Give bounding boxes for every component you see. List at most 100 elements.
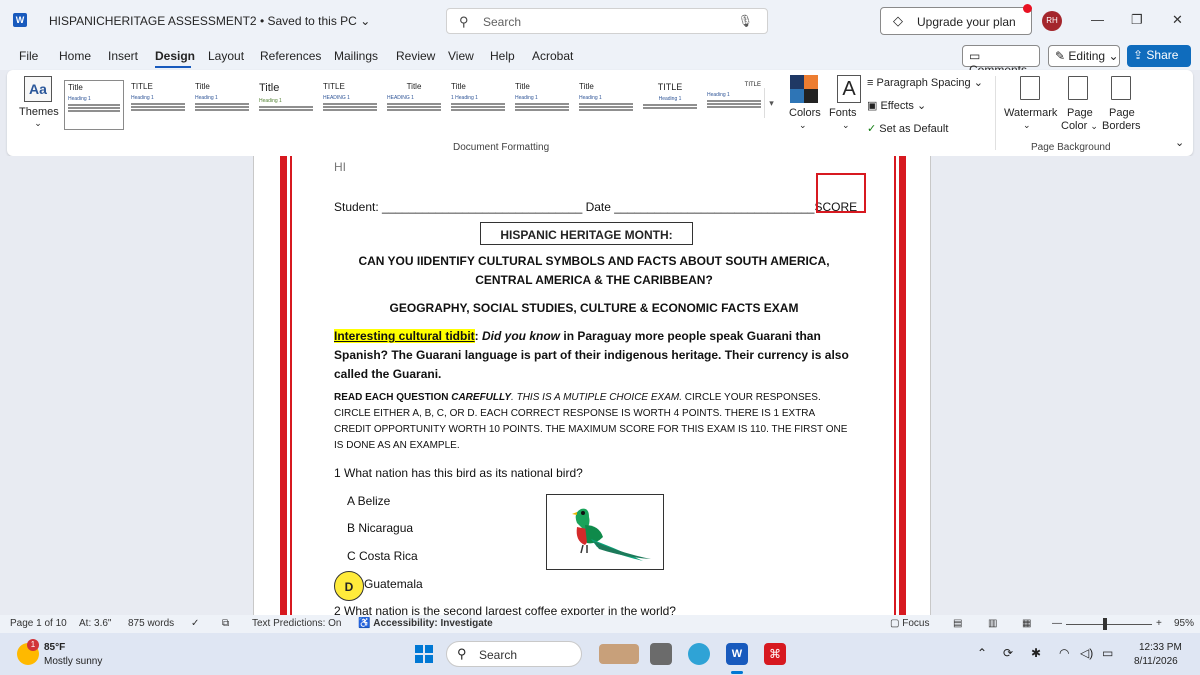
notification-dot	[1023, 4, 1032, 13]
taskbar-search[interactable]: ⚲ Search	[446, 641, 639, 667]
word-count[interactable]: 875 words	[128, 618, 174, 629]
menu-file[interactable]: File	[19, 49, 38, 63]
read-mode-icon[interactable]: ▤	[953, 618, 962, 629]
menu-acrobat[interactable]: Acrobat	[532, 49, 573, 63]
effects-button[interactable]: ▣ Effects ⌄	[867, 99, 926, 112]
chevron-down-icon: ⌄	[1108, 49, 1119, 63]
menu-review[interactable]: Review	[396, 49, 435, 63]
menu-mailings[interactable]: Mailings	[334, 49, 378, 63]
chevron-down-icon: ⌄	[842, 120, 850, 130]
style-set-thumbnail[interactable]: TITLE Heading 1	[704, 80, 764, 130]
volume-icon[interactable]: ◁)	[1080, 646, 1093, 660]
style-set-thumbnail[interactable]: Title 1 Heading 1	[448, 80, 508, 130]
focus-icon: ▢	[890, 618, 900, 629]
editing-button[interactable]: ✎ Editing ⌄	[1048, 45, 1120, 67]
sync-icon[interactable]: ⟳	[1003, 646, 1013, 660]
clock-time[interactable]: 12:33 PM	[1139, 642, 1182, 653]
share-button[interactable]: ⇪ Share ⌄	[1127, 45, 1191, 76]
collapse-ribbon-icon[interactable]: ⌄	[1175, 136, 1184, 149]
menu-insert[interactable]: Insert	[108, 49, 138, 63]
set-as-default-button[interactable]: ✓ Set as Default	[867, 122, 948, 135]
menu-design[interactable]: Design	[155, 49, 195, 63]
accessibility-mode-icon[interactable]: ⧉	[222, 618, 229, 629]
windows-start-icon[interactable]	[415, 645, 433, 663]
battery-icon[interactable]: ▭	[1102, 646, 1113, 660]
quetzal-bird-image	[546, 494, 664, 570]
zoom-in-icon[interactable]: +	[1156, 618, 1162, 629]
menu-help[interactable]: Help	[490, 49, 515, 63]
search-icon: ⚲	[459, 14, 469, 29]
page-count[interactable]: Page 1 of 10	[10, 618, 67, 629]
task-view-icon[interactable]	[650, 643, 672, 665]
diamond-icon: ◇	[893, 13, 903, 28]
search-box[interactable]: ⚲ Search 🎙	[446, 8, 768, 34]
style-set-thumbnail[interactable]: TITLE Heading 1	[640, 80, 700, 130]
style-set-thumbnail[interactable]: Title Heading 1	[576, 80, 636, 130]
style-set-thumbnail[interactable]: Title Heading 1	[64, 80, 124, 130]
style-set-gallery: Title Heading 1 TITLE Heading 1 Title Headi…	[62, 76, 764, 132]
temperature[interactable]: 85°F	[44, 642, 65, 653]
colors-label[interactable]: Colors	[789, 107, 821, 119]
restore-icon[interactable]: ❐	[1131, 12, 1143, 28]
watermark-button[interactable]: Watermark	[1004, 107, 1057, 119]
proofing-icon[interactable]: ✓	[191, 618, 199, 629]
zoom-out-icon[interactable]: —	[1052, 618, 1062, 629]
edge-browser-icon[interactable]	[688, 643, 710, 665]
accessibility-status[interactable]: ♿ Accessibility: Investigate	[358, 618, 493, 629]
style-set-thumbnail[interactable]: TITLE HEADING 1	[320, 80, 380, 130]
menu-home[interactable]: Home	[59, 49, 91, 63]
fonts-icon[interactable]: A	[837, 75, 861, 103]
style-set-thumbnail[interactable]: Title HEADING 1	[384, 80, 444, 130]
acrobat-icon[interactable]: ⌘	[764, 643, 786, 665]
style-set-thumbnail[interactable]: TITLE Heading 1	[128, 80, 188, 130]
upgrade-plan-button[interactable]: ◇ Upgrade your plan	[880, 4, 1032, 35]
search-placeholder: Search	[483, 15, 522, 29]
themes-button[interactable]: Aa Themes ⌄	[19, 76, 59, 129]
style-set-thumbnail[interactable]: Title Heading 1	[512, 80, 572, 130]
option-b: B Nicaragua	[347, 521, 414, 535]
avatar[interactable]: RH	[1042, 11, 1062, 31]
gallery-more-button[interactable]: ▾	[764, 88, 778, 118]
banner-text: HISPANIC HERITAGE MONTH:	[500, 228, 673, 242]
menu-view[interactable]: View	[448, 49, 474, 63]
paragraph-spacing-button[interactable]: ≡ Paragraph Spacing ⌄	[867, 76, 983, 89]
tidbit-italic: Did you know	[482, 329, 561, 343]
style-set-thumbnail[interactable]: Title Heading 1	[192, 80, 252, 130]
text-predictions[interactable]: Text Predictions: On	[252, 618, 341, 629]
comments-button[interactable]: ▭ Comments	[962, 45, 1040, 77]
score-box	[816, 173, 866, 213]
colors-icon[interactable]	[790, 75, 818, 103]
document-title[interactable]: HISPANICHERITAGE ASSESSMENT2 • Saved to …	[49, 14, 370, 28]
subtitle-line-1: CAN YOU IIDENTIFY CULTURAL SYMBOLS AND F…	[358, 254, 830, 268]
wifi-icon[interactable]: ◠	[1059, 646, 1069, 660]
page-borders-button[interactable]: Borders	[1102, 120, 1141, 132]
quetzal-bird-drawing	[572, 508, 651, 561]
microphone-icon[interactable]: 🎙	[738, 14, 753, 28]
menu-layout[interactable]: Layout	[208, 49, 244, 63]
page-borders-line1[interactable]: Page	[1109, 107, 1135, 119]
themes-icon: Aa	[24, 76, 52, 102]
page-color-button[interactable]: Color ⌄	[1061, 120, 1098, 132]
chevron-up-icon[interactable]: ⌃	[977, 646, 987, 660]
zoom-slider[interactable]	[1066, 624, 1152, 625]
student-line: Student: ______________________________ …	[334, 200, 858, 214]
zoom-level[interactable]: 95%	[1174, 618, 1194, 629]
clock-date[interactable]: 8/11/2026	[1134, 656, 1178, 667]
zoom-slider-thumb[interactable]	[1103, 618, 1107, 630]
web-layout-icon[interactable]: ▦	[1022, 618, 1031, 629]
word-taskbar-icon[interactable]: W	[726, 643, 748, 665]
bluetooth-icon[interactable]: ✱	[1031, 646, 1041, 660]
document-canvas[interactable]: HI Student: ____________________________…	[0, 156, 1200, 615]
ribbon: Aa Themes ⌄ Title Heading 1 TITLE Heading …	[7, 70, 1193, 156]
document-page[interactable]: HI Student: ____________________________…	[253, 156, 931, 615]
menu-references[interactable]: References	[260, 49, 321, 63]
page-color-line1[interactable]: Page	[1067, 107, 1093, 119]
close-icon[interactable]: ✕	[1172, 12, 1183, 28]
weather-description[interactable]: Mostly sunny	[44, 656, 102, 667]
print-layout-icon[interactable]: ▥	[988, 618, 997, 629]
fonts-label[interactable]: Fonts	[829, 107, 857, 119]
style-set-thumbnail[interactable]: Title Heading 1	[256, 80, 316, 130]
minimize-icon[interactable]: —	[1091, 12, 1104, 27]
exam-title: GEOGRAPHY, SOCIAL STUDIES, CULTURE & ECO…	[389, 301, 799, 315]
focus-mode-button[interactable]: ▢ Focus	[890, 618, 929, 629]
